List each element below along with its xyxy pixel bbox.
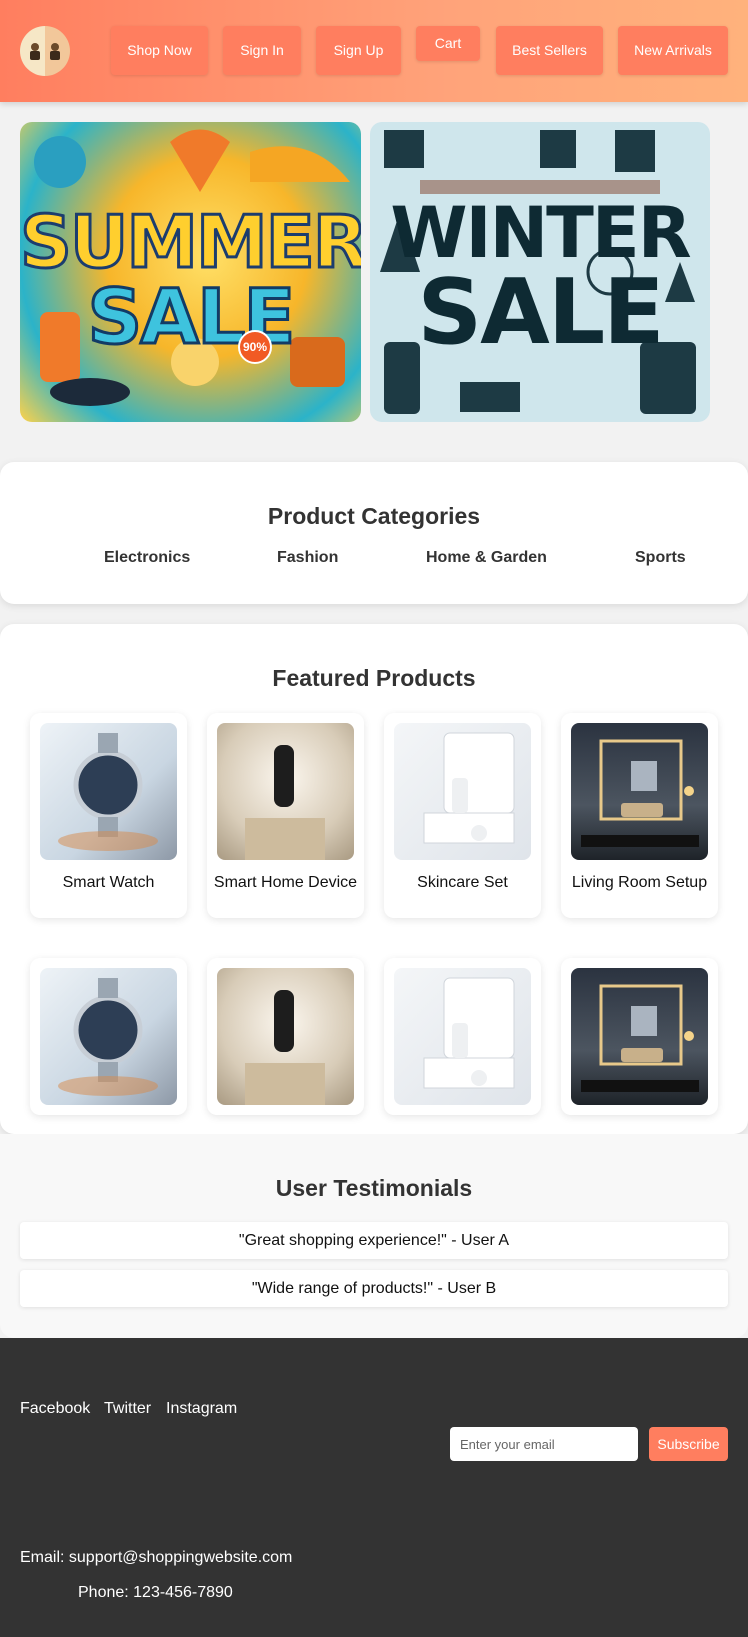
product-card[interactable]	[207, 958, 364, 1115]
smart-device-icon	[245, 745, 325, 860]
summer-sale-banner[interactable]: SUMMER SALE 90%	[20, 122, 361, 422]
categories-title: Product Categories	[267, 503, 481, 529]
product-card[interactable]	[384, 958, 541, 1115]
product-name: Living Room Setup	[571, 874, 708, 891]
featured-section: Featured Products Smart Watch Smart Home…	[0, 624, 748, 1134]
product-image	[217, 723, 354, 860]
product-card[interactable]	[30, 958, 187, 1115]
testimonial-item: "Great shopping experience!" - User A	[20, 1222, 728, 1259]
cart-button[interactable]: Cart	[416, 26, 480, 61]
watch-icon	[58, 733, 158, 851]
product-image	[394, 723, 531, 860]
site-footer: Facebook Twitter Instagram Subscribe Ema…	[0, 1338, 748, 1637]
skincare-icon	[423, 977, 515, 1089]
product-card[interactable]: Skincare Set	[384, 713, 541, 918]
product-name: Smart Watch	[62, 874, 155, 891]
product-image	[40, 968, 177, 1105]
product-image	[571, 723, 708, 860]
living-room-icon	[581, 984, 699, 1092]
product-image	[571, 968, 708, 1105]
category-fashion[interactable]: Fashion	[277, 549, 338, 567]
product-card[interactable]: Smart Watch	[30, 713, 187, 918]
living-room-icon	[581, 739, 699, 847]
new-arrivals-button[interactable]: New Arrivals	[618, 26, 728, 75]
shop-now-button[interactable]: Shop Now	[111, 26, 208, 75]
testimonials-title: User Testimonials	[275, 1175, 473, 1201]
product-image	[394, 968, 531, 1105]
product-card[interactable]: Smart Home Device	[207, 713, 364, 918]
watch-icon	[58, 978, 158, 1096]
skincare-icon	[423, 732, 515, 844]
twitter-link[interactable]: Twitter	[104, 1400, 151, 1418]
subscribe-button[interactable]: Subscribe	[649, 1427, 728, 1461]
contact-phone: Phone: 123-456-7890	[78, 1584, 233, 1601]
discount-badge: 90%	[238, 330, 272, 364]
product-card[interactable]: Living Room Setup	[561, 713, 718, 918]
site-header: Shop Now Sign In Sign Up Cart Best Selle…	[0, 0, 748, 102]
winter-subtitle: SALE	[417, 260, 664, 365]
summer-subtitle: SALE	[86, 271, 297, 363]
winter-sale-banner[interactable]: WINTER SALE	[370, 122, 710, 422]
category-home-garden[interactable]: Home & Garden	[426, 549, 547, 567]
facebook-link[interactable]: Facebook	[20, 1400, 90, 1418]
logo[interactable]	[20, 26, 70, 76]
email-input[interactable]	[450, 1427, 638, 1461]
person-icon	[50, 43, 60, 60]
category-sports[interactable]: Sports	[635, 549, 686, 567]
person-icon	[30, 43, 40, 60]
testimonial-item: "Wide range of products!" - User B	[20, 1270, 728, 1307]
product-image	[217, 968, 354, 1105]
product-name: Skincare Set	[417, 874, 508, 891]
product-name: Smart Home Device	[213, 874, 358, 891]
best-sellers-button[interactable]: Best Sellers	[496, 26, 603, 75]
category-electronics[interactable]: Electronics	[104, 549, 190, 567]
testimonials-section: User Testimonials "Great shopping experi…	[0, 1134, 748, 1338]
product-card[interactable]	[561, 958, 718, 1115]
instagram-link[interactable]: Instagram	[166, 1400, 237, 1418]
categories-section: Product Categories Electronics Fashion H…	[0, 462, 748, 604]
smart-device-icon	[245, 990, 325, 1105]
sign-up-button[interactable]: Sign Up	[316, 26, 401, 75]
sign-in-button[interactable]: Sign In	[223, 26, 301, 75]
contact-email: Email: support@shoppingwebsite.com	[20, 1549, 293, 1566]
product-image	[40, 723, 177, 860]
featured-title: Featured Products	[272, 665, 476, 691]
